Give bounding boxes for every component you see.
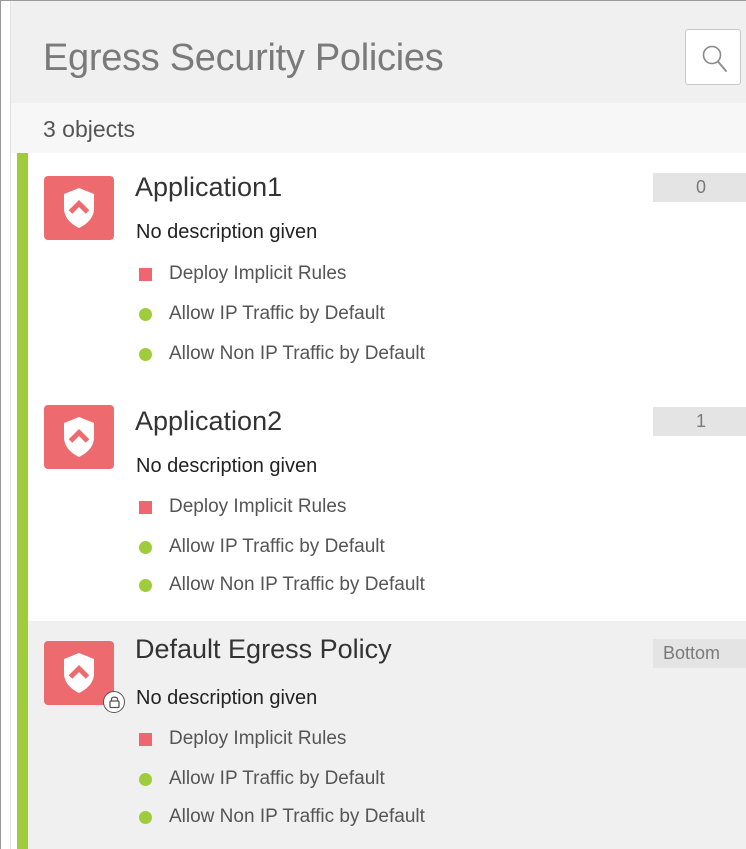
policy-icon	[44, 405, 114, 469]
page-title: Egress Security Policies	[43, 37, 444, 79]
policy-name[interactable]: Default Egress Policy	[135, 633, 392, 665]
policy-description: No description given	[136, 221, 318, 243]
status-dot-icon	[139, 541, 152, 554]
policy-icon	[44, 176, 114, 240]
policy-item-application2[interactable]: Application2 No description given Deploy…	[28, 387, 746, 621]
status-square-icon	[139, 268, 152, 281]
policy-order-badge: 0	[653, 173, 746, 202]
policy-description: No description given	[136, 687, 318, 709]
shield-icon	[64, 417, 94, 457]
policy-description: No description given	[136, 455, 318, 477]
shield-icon	[64, 653, 94, 693]
policy-order-badge: Bottom	[653, 639, 746, 668]
status-dot-icon	[139, 579, 152, 592]
status-dot-icon	[139, 348, 152, 361]
policy-name[interactable]: Application2	[135, 405, 282, 437]
egress-policies-panel: Egress Security Policies 3 objects Appli…	[10, 1, 746, 849]
status-square-icon	[139, 501, 152, 514]
policy-order-badge: 1	[653, 407, 746, 436]
policy-name[interactable]: Application1	[135, 171, 282, 203]
status-dot-icon	[139, 308, 152, 321]
object-count: 3 objects	[43, 116, 136, 142]
policy-list: Application1 No description given Deploy…	[17, 153, 746, 849]
status-dot-icon	[139, 773, 152, 786]
policy-icon	[44, 641, 125, 713]
lock-icon	[103, 691, 125, 713]
status-square-icon	[139, 733, 152, 746]
panel-header: Egress Security Policies	[11, 1, 746, 103]
shield-icon	[64, 188, 94, 228]
object-count-bar: 3 objects	[11, 103, 746, 153]
search-button[interactable]	[685, 29, 741, 85]
policy-item-application1[interactable]: Application1 No description given Deploy…	[28, 153, 746, 387]
search-icon	[702, 45, 727, 72]
policy-item-default-egress-policy[interactable]: Default Egress Policy No description giv…	[28, 621, 746, 849]
status-dot-icon	[139, 811, 152, 824]
